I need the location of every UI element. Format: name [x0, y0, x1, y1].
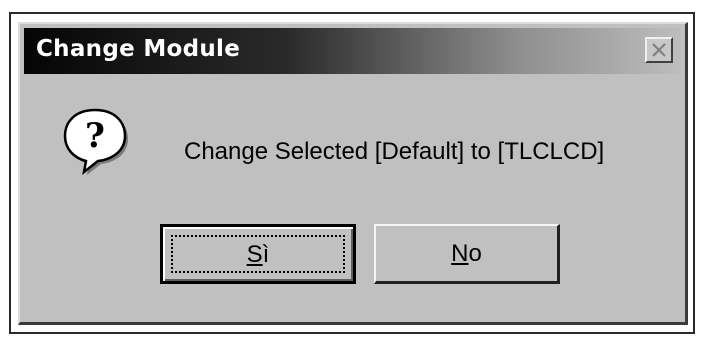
page: Change Module ? Change Selected [Default…	[0, 0, 701, 338]
dialog-message: Change Selected [Default] to [TLCLCD]	[184, 138, 605, 165]
yes-button-label: Sì	[246, 241, 270, 268]
yes-button[interactable]: Sì	[160, 224, 356, 284]
question-icon: ?	[63, 108, 128, 176]
dialog-title: Change Module	[36, 36, 241, 62]
title-bar[interactable]: Change Module	[24, 28, 681, 74]
no-button-label: No	[451, 240, 482, 267]
no-button[interactable]: No	[374, 224, 560, 284]
close-button[interactable]	[645, 37, 673, 63]
change-module-dialog: Change Module ? Change Selected [Default…	[18, 22, 688, 325]
close-icon	[652, 43, 666, 57]
svg-text:?: ?	[85, 116, 105, 156]
